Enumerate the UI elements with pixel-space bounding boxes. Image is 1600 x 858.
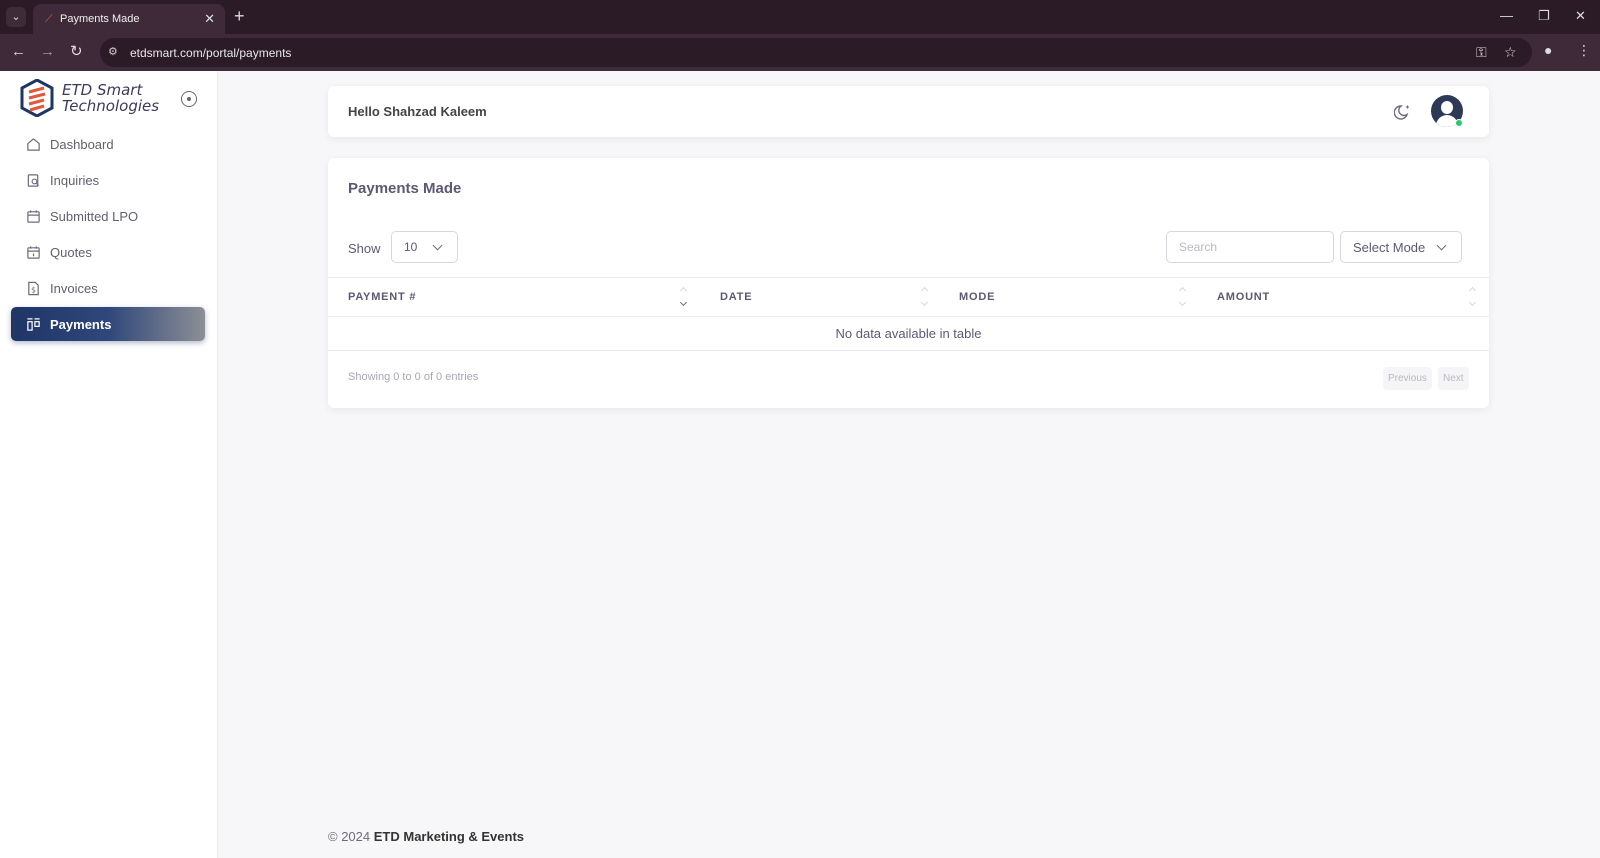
select-mode-label: Select Mode	[1353, 240, 1426, 255]
select-mode-dropdown[interactable]: Select Mode	[1340, 231, 1462, 263]
footer: © 2024 ETD Marketing & Events	[328, 829, 524, 844]
avatar-head	[1441, 101, 1453, 114]
previous-page-button[interactable]: Previous	[1383, 367, 1432, 390]
empty-table-message: No data available in table	[328, 317, 1489, 351]
site-info-icon[interactable]: ⚙	[108, 45, 118, 58]
footer-company-name: ETD Marketing & Events	[373, 829, 525, 844]
address-bar: ← → ↻ ⚙ etdsmart.com/portal/payments ⚿ ☆…	[0, 34, 1600, 71]
column-header-date[interactable]: DATE	[720, 291, 752, 303]
sidebar-item-quotes[interactable]: Quotes	[11, 235, 205, 269]
sort-icon[interactable]	[1468, 285, 1478, 309]
chevron-down-icon	[432, 240, 443, 251]
top-header: Hello Shahzad Kaleem	[328, 86, 1489, 137]
sidebar-item-dashboard[interactable]: Dashboard	[11, 127, 205, 161]
sidebar-item-label: Payments	[50, 317, 112, 332]
sidebar-item-payments[interactable]: Payments	[11, 307, 205, 341]
sidebar-item-label: Dashboard	[50, 137, 114, 152]
calendar-icon	[27, 246, 40, 259]
table-header: PAYMENT # DATE MODE AMOUNT	[328, 277, 1489, 317]
sort-icon[interactable]	[679, 285, 689, 309]
reload-icon[interactable]: ↻	[70, 43, 83, 61]
sidebar-item-label: Inquiries	[50, 173, 100, 188]
sidebar-item-label: Submitted LPO	[50, 209, 139, 224]
payments-icon	[27, 318, 40, 331]
browser-tab-title: Payments Made	[60, 13, 140, 25]
url-text[interactable]: etdsmart.com/portal/payments	[130, 46, 291, 60]
online-status-indicator	[1455, 119, 1463, 127]
calendar-icon	[27, 210, 40, 223]
dark-mode-moon-icon[interactable]	[1394, 103, 1412, 121]
next-page-button[interactable]: Next	[1438, 367, 1469, 390]
collapse-sidebar-icon[interactable]	[181, 91, 197, 107]
close-window-icon[interactable]: ✕	[1575, 8, 1586, 24]
greeting-text: Hello Shahzad Kaleem	[348, 104, 487, 119]
sidebar-item-label: Invoices	[50, 281, 98, 296]
close-tab-icon[interactable]: ✕	[204, 11, 215, 27]
sidebar-item-label: Quotes	[50, 245, 92, 260]
sort-icon[interactable]	[1178, 285, 1188, 309]
brand-mark-icon	[20, 79, 54, 117]
site-favicon-icon: ⟋	[45, 13, 53, 25]
page-title: Payments Made	[348, 180, 462, 197]
omnibox[interactable]: ⚙ etdsmart.com/portal/payments ⚿ ☆	[100, 38, 1532, 67]
profile-icon[interactable]: ●	[1544, 42, 1552, 58]
sidebar-item-invoices[interactable]: $ Invoices	[11, 271, 205, 305]
invoice-icon: $	[28, 281, 39, 296]
page-size-select[interactable]: 10	[391, 231, 458, 263]
brand-logo[interactable]: ETD Smart Technologies	[20, 79, 160, 119]
home-icon	[27, 138, 40, 151]
brand-name-line2: Technologies	[62, 97, 160, 115]
bookmark-star-icon[interactable]: ☆	[1504, 44, 1517, 61]
password-key-icon[interactable]: ⚿	[1476, 44, 1487, 61]
tab-search-icon[interactable]: ⌄	[6, 7, 26, 27]
show-entries-label: Show	[348, 241, 381, 256]
minimize-icon[interactable]: —	[1500, 8, 1513, 23]
inquiry-icon	[27, 174, 40, 187]
payments-card: Payments Made Show 10 Select Mode PAYMEN…	[328, 158, 1489, 408]
sidebar-item-inquiries[interactable]: Inquiries	[11, 163, 205, 197]
column-header-mode[interactable]: MODE	[959, 291, 995, 303]
new-tab-icon[interactable]: +	[234, 6, 245, 26]
page-size-value: 10	[404, 240, 418, 254]
sidebar-item-submitted-lpo[interactable]: Submitted LPO	[11, 199, 205, 233]
column-header-payment[interactable]: PAYMENT #	[348, 291, 416, 303]
svg-text:$: $	[31, 285, 36, 294]
sidebar-menu: Dashboard Inquiries Submitted LPO Quotes…	[11, 127, 205, 343]
browser-tab[interactable]: ⟋ Payments Made ✕	[33, 4, 225, 34]
search-input[interactable]	[1166, 231, 1334, 263]
restore-icon[interactable]: ❐	[1538, 8, 1550, 24]
browser-tab-bar: ⌄ ⟋ Payments Made ✕ + — ❐ ✕	[0, 0, 1600, 34]
sidebar: ETD Smart Technologies Dashboard Inquiri…	[0, 71, 218, 858]
sort-icon[interactable]	[920, 285, 930, 309]
table-info-text: Showing 0 to 0 of 0 entries	[348, 371, 479, 383]
back-icon[interactable]: ←	[11, 43, 26, 61]
column-header-amount[interactable]: AMOUNT	[1217, 291, 1270, 303]
forward-icon[interactable]: →	[40, 43, 55, 61]
browser-menu-icon[interactable]: ⋮	[1577, 42, 1591, 59]
chevron-down-icon	[1436, 240, 1447, 251]
copyright-text: © 2024	[328, 829, 371, 844]
